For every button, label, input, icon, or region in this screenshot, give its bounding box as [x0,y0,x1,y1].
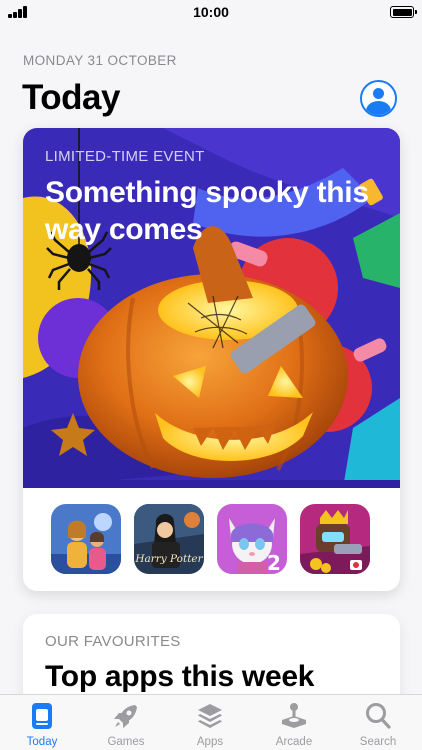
favourites-kicker: OUR FAVOURITES [45,633,181,650]
family-game-icon[interactable] [51,504,121,574]
tab-apps[interactable]: Apps [168,695,252,750]
today-icon [32,703,52,729]
account-button[interactable] [360,80,397,117]
svg-text:2: 2 [267,551,281,574]
tab-label: Today [26,736,58,748]
tab-search[interactable]: Search [336,695,420,750]
rocket-icon [114,705,137,728]
tab-arcade[interactable]: Arcade [252,695,336,750]
event-kicker: LIMITED-TIME EVENT [45,148,205,165]
tab-label: Games [107,736,145,748]
talking-angela-2-icon[interactable]: 2 [217,504,287,574]
page-title: Today [22,78,120,117]
featured-event-card[interactable]: LIMITED-TIME EVENT Something spooky this… [23,128,400,591]
layers-icon [198,704,222,728]
battery-icon [390,6,417,18]
svg-text:Harry Potter: Harry Potter [134,553,203,565]
joystick-icon [282,703,306,728]
tab-label: Search [359,736,397,748]
date-label: MONDAY 31 OCTOBER [23,53,177,68]
tab-label: Arcade [275,736,313,748]
halloween-pumpkin-artwork: LIMITED-TIME EVENT Something spooky this… [23,128,400,488]
status-bar: 10:00 [0,0,422,26]
crowned-robot-game-icon[interactable] [300,504,370,574]
search-icon [366,703,391,729]
status-time: 10:00 [193,4,229,20]
tab-label: Apps [196,736,224,748]
featured-app-row: Harry Potter 2 [51,504,371,574]
tab-today[interactable]: Today [0,695,84,750]
event-title: Something spooky this way comes [45,176,369,246]
harry-potter-icon[interactable]: Harry Potter [134,504,204,574]
tab-bar: Today Games Apps Arcade Search [0,694,422,750]
tab-games[interactable]: Games [84,695,168,750]
favourites-title: Top apps this week [45,660,315,693]
